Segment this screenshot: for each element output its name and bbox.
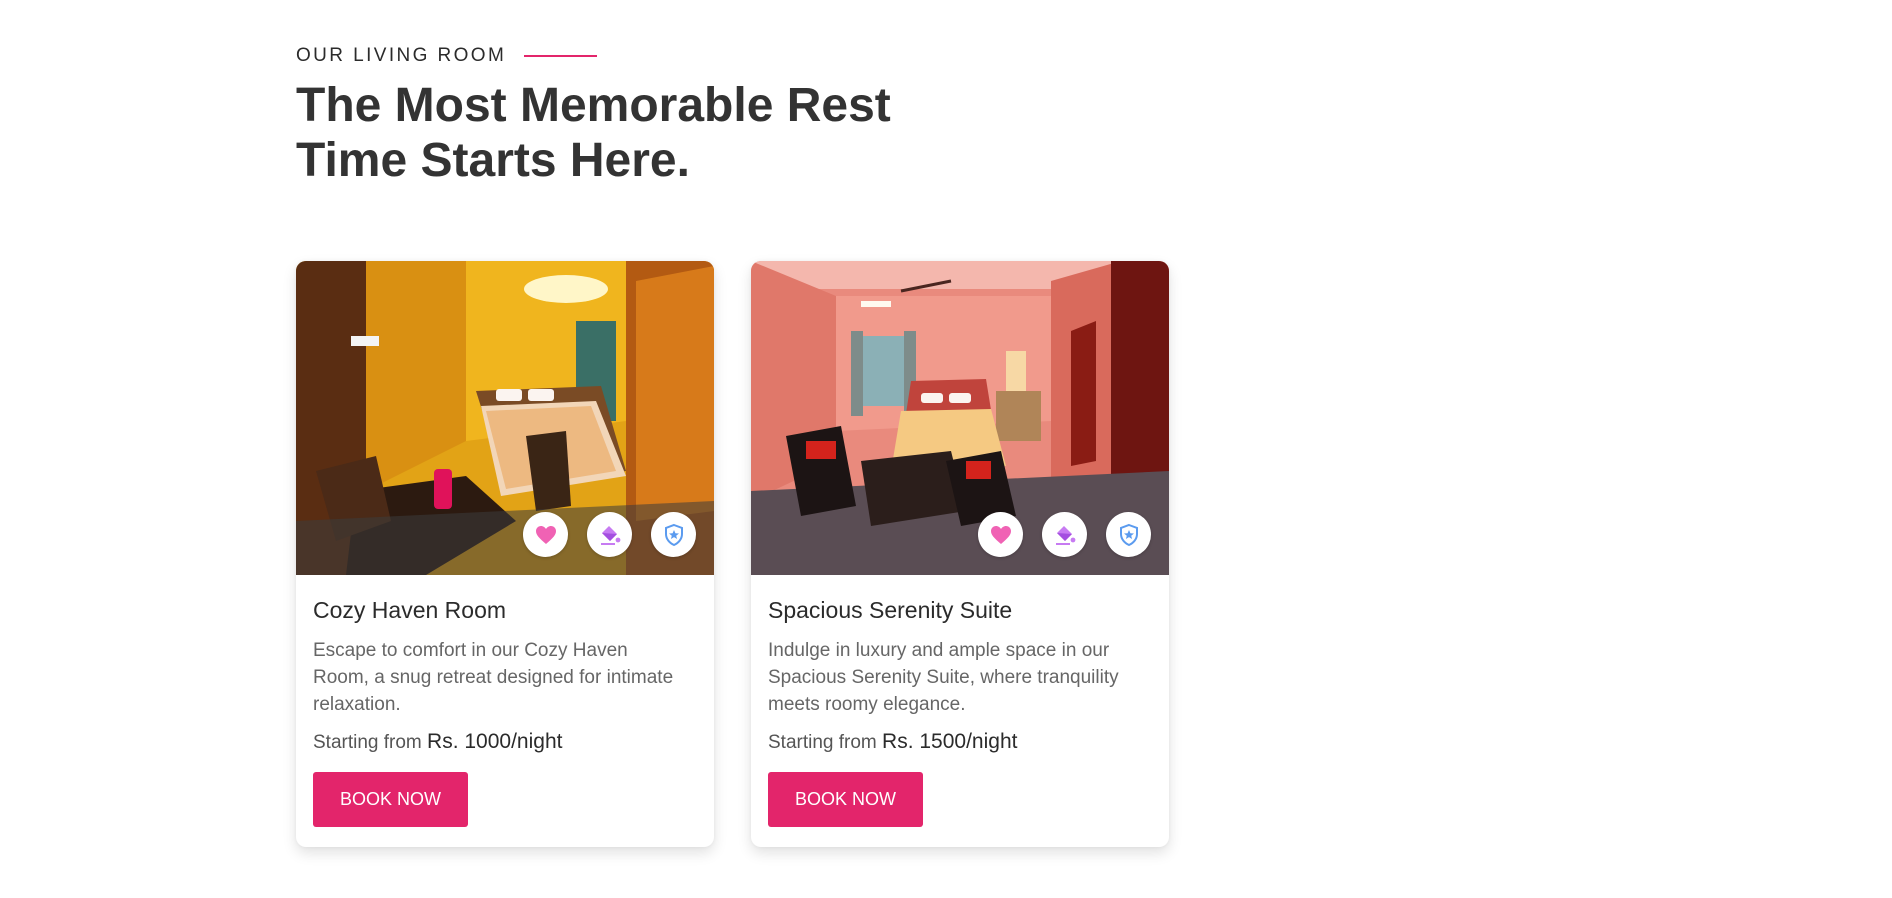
price-prefix: Starting from	[768, 732, 877, 753]
price-prefix: Starting from	[313, 732, 422, 753]
room-description: Indulge in luxury and ample space in our…	[768, 640, 1119, 715]
paint-bucket-icon[interactable]	[1042, 512, 1087, 557]
paint-bucket-icon[interactable]	[587, 512, 632, 557]
section-eyebrow: OUR LIVING ROOM	[296, 44, 598, 68]
room-photo	[296, 261, 714, 575]
book-now-button[interactable]: BOOK NOW	[313, 772, 468, 827]
eyebrow-accent-line	[524, 55, 598, 57]
room-cards: Cozy Haven Room Escape to comfort in our…	[296, 261, 1169, 847]
room-price: Starting from Rs. 1000/night	[313, 728, 697, 757]
room-card-body: Spacious Serenity Suite Indulge in luxur…	[751, 575, 1169, 827]
room-description: Escape to comfort in our Cozy Haven Room…	[313, 640, 674, 715]
room-card: Spacious Serenity Suite Indulge in luxur…	[751, 261, 1169, 847]
book-now-button[interactable]: BOOK NOW	[768, 772, 923, 827]
room-title: Cozy Haven Room	[313, 597, 507, 623]
heart-icon[interactable]	[978, 512, 1023, 557]
price-amount: Rs. 1500/night	[882, 730, 1018, 753]
shield-star-icon[interactable]	[651, 512, 696, 557]
heart-icon[interactable]	[523, 512, 568, 557]
room-price: Starting from Rs. 1500/night	[768, 728, 1152, 757]
eyebrow-text: OUR LIVING ROOM	[296, 45, 507, 66]
heading-line-2: Time Starts Here.	[296, 134, 690, 187]
shield-star-icon[interactable]	[1106, 512, 1151, 557]
room-card-body: Cozy Haven Room Escape to comfort in our…	[296, 575, 714, 827]
heading-line-1: The Most Memorable Rest	[296, 79, 891, 132]
room-card: Cozy Haven Room Escape to comfort in our…	[296, 261, 714, 847]
amenity-icons	[978, 512, 1151, 557]
room-title: Spacious Serenity Suite	[768, 597, 1013, 623]
price-amount: Rs. 1000/night	[427, 730, 563, 753]
amenity-icons	[523, 512, 696, 557]
section-heading: The Most Memorable Rest Time Starts Here…	[296, 78, 996, 188]
room-photo	[751, 261, 1169, 575]
